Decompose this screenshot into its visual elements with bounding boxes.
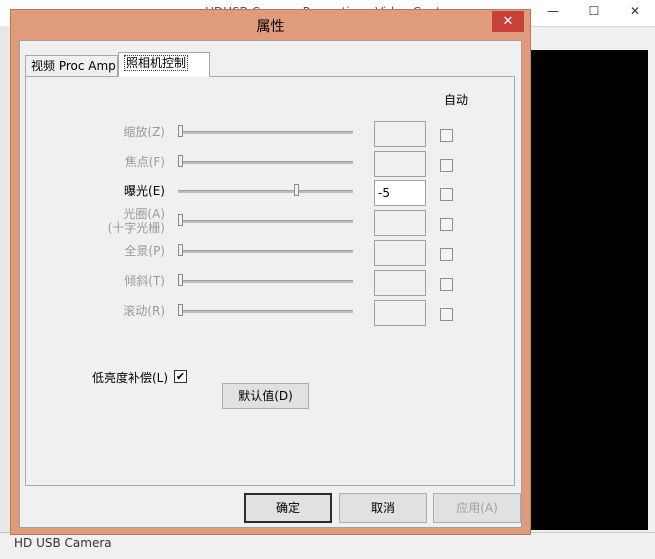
tab-label: 视频 Proc Amp [31,59,116,73]
iris-label-line1: 光圈(A) [123,207,165,221]
pan-slider-thumb[interactable] [178,244,183,256]
focus-value[interactable] [374,151,426,177]
iris-label: 光圈(A) (十字光栅) [60,207,165,235]
tab-label: 照相机控制 [124,55,189,71]
exposure-slider-track[interactable] [178,190,353,193]
apply-button[interactable]: 应用(A) [433,493,521,523]
tab-camera-control[interactable]: 照相机控制 [118,52,210,77]
cancel-button[interactable]: 取消 [339,493,427,523]
tilt-slider-thumb[interactable] [178,274,183,286]
exposure-label: 曝光(E) [124,184,165,198]
auto-column-header: 自动 [444,93,469,107]
exposure-slider-thumb[interactable] [293,184,299,196]
background-left-edge [0,26,10,532]
exposure-value[interactable]: -5 [374,180,426,206]
properties-dialog: 属性 ✕ 视频 Proc Amp 照相机控制 自动 缩放(Z) 焦点(F) 曝光… [10,9,531,535]
pan-value[interactable] [374,240,426,266]
focus-slider-thumb[interactable] [178,155,183,167]
video-preview [530,50,648,530]
minimize-icon[interactable]: — [540,0,566,22]
roll-value[interactable] [374,300,426,326]
camera-control-panel: 自动 缩放(Z) 焦点(F) 曝光(E) -5 光圈(A) (十字光栅) 全景(… [25,76,515,486]
iris-auto-checkbox[interactable] [440,218,453,231]
tilt-slider-track[interactable] [178,280,353,283]
pan-label: 全景(P) [124,244,165,258]
zoom-slider-thumb[interactable] [178,125,183,137]
exposure-auto-checkbox[interactable] [440,188,453,201]
close-icon[interactable]: ✕ [622,0,648,22]
focus-label: 焦点(F) [124,155,165,169]
dialog-close-button[interactable]: ✕ [492,11,524,32]
reset-default-button[interactable]: 默认值(D) [222,383,309,409]
zoom-slider-track[interactable] [178,131,353,134]
ok-button[interactable]: 确定 [244,493,332,523]
iris-slider-track[interactable] [178,220,353,223]
focus-slider-track[interactable] [178,161,353,164]
roll-slider-thumb[interactable] [178,304,183,316]
low-light-compensation-label: 低亮度补偿(L) [92,371,169,385]
low-light-compensation-checkbox[interactable]: ✔ [174,370,187,383]
iris-label-line2: (十字光栅) [107,221,165,235]
pan-slider-track[interactable] [178,250,353,253]
dialog-title: 属性 [256,19,285,35]
pan-auto-checkbox[interactable] [440,248,453,261]
iris-slider-thumb[interactable] [178,214,183,226]
zoom-auto-checkbox[interactable] [440,129,453,142]
roll-label: 滚动(R) [123,304,165,318]
checkmark-icon: ✔ [175,370,186,383]
roll-auto-checkbox[interactable] [440,308,453,321]
maximize-icon[interactable]: ☐ [581,0,607,22]
zoom-value[interactable] [374,121,426,147]
focus-auto-checkbox[interactable] [440,159,453,172]
tilt-auto-checkbox[interactable] [440,278,453,291]
dialog-client-area: 视频 Proc Amp 照相机控制 自动 缩放(Z) 焦点(F) 曝光(E) -… [19,40,522,528]
iris-value[interactable] [374,210,426,236]
close-icon: ✕ [502,14,514,29]
status-text: HD USB Camera [14,536,112,550]
zoom-label: 缩放(Z) [123,125,165,139]
roll-slider-track[interactable] [178,310,353,313]
tab-video-proc-amp[interactable]: 视频 Proc Amp [25,55,118,77]
tilt-label: 倾斜(T) [124,274,165,288]
tilt-value[interactable] [374,270,426,296]
